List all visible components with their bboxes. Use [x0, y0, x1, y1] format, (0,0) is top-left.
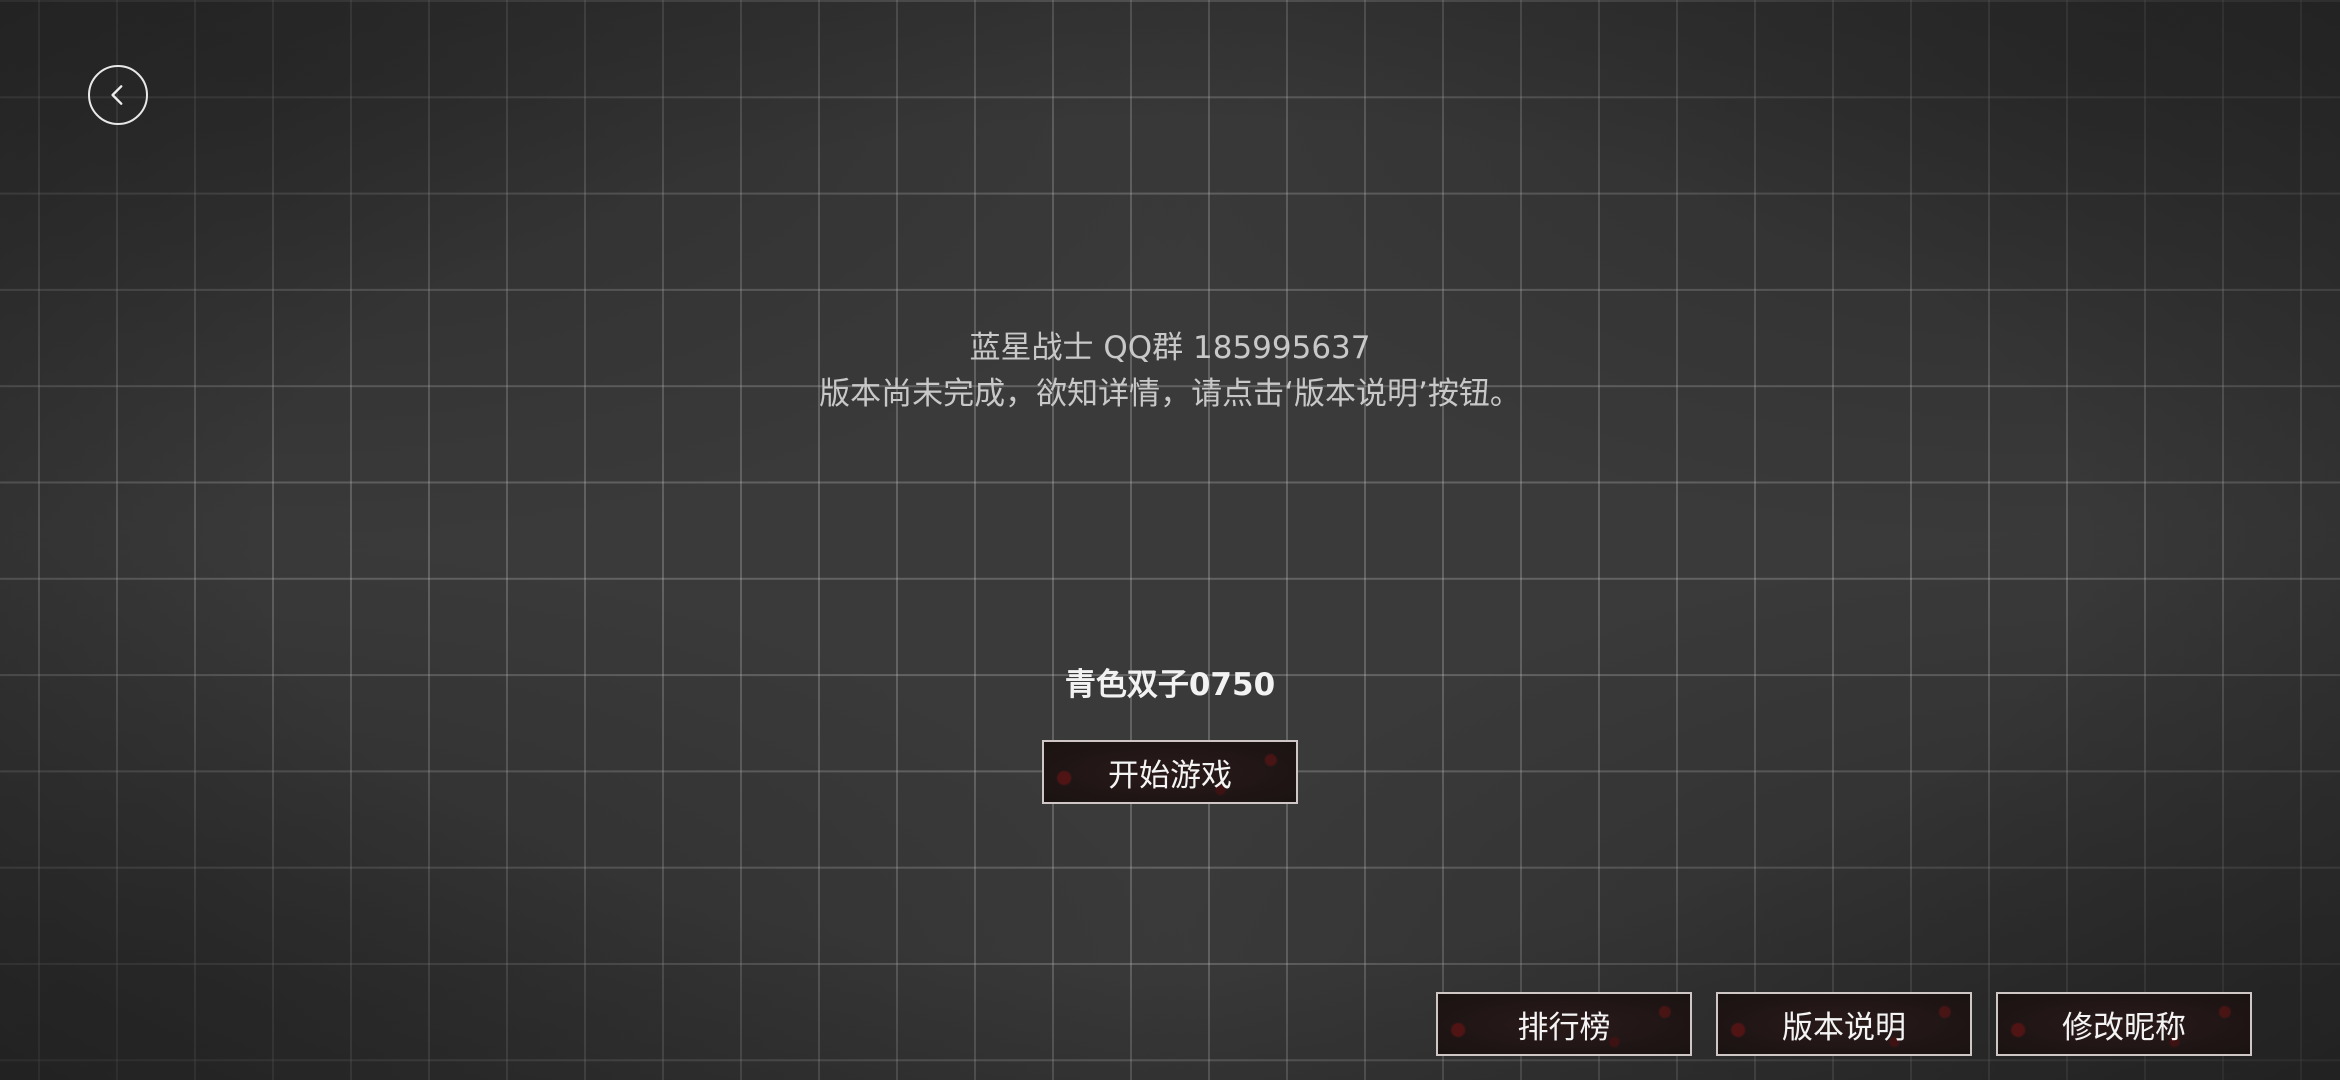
change-nickname-button[interactable]: 修改昵称 [1996, 992, 2252, 1056]
version-notice-text: 版本尚未完成，欲知详情，请点击‘版本说明’按钮。 [819, 376, 1521, 412]
version-notes-button[interactable]: 版本说明 [1716, 992, 1972, 1056]
start-game-button[interactable]: 开始游戏 [1042, 740, 1298, 804]
player-nickname: 青色双子0750 [1064, 667, 1276, 703]
background-vignette [0, 0, 2340, 1080]
change-nickname-label: 修改昵称 [2062, 1009, 2186, 1046]
leaderboard-label: 排行榜 [1517, 1009, 1611, 1046]
version-notes-label: 版本说明 [1782, 1009, 1906, 1046]
qq-group-text: 蓝星战士 QQ群 185995637 [969, 330, 1371, 366]
info-text-block: 蓝星战士 QQ群 185995637 版本尚未完成，欲知详情，请点击‘版本说明’… [0, 325, 2340, 417]
game-menu-screen: 蓝星战士 QQ群 185995637 版本尚未完成，欲知详情，请点击‘版本说明’… [0, 0, 2340, 1080]
back-button[interactable] [88, 65, 148, 125]
start-game-label: 开始游戏 [1108, 757, 1232, 794]
leaderboard-button[interactable]: 排行榜 [1436, 992, 1692, 1056]
chevron-left-icon [111, 85, 123, 105]
